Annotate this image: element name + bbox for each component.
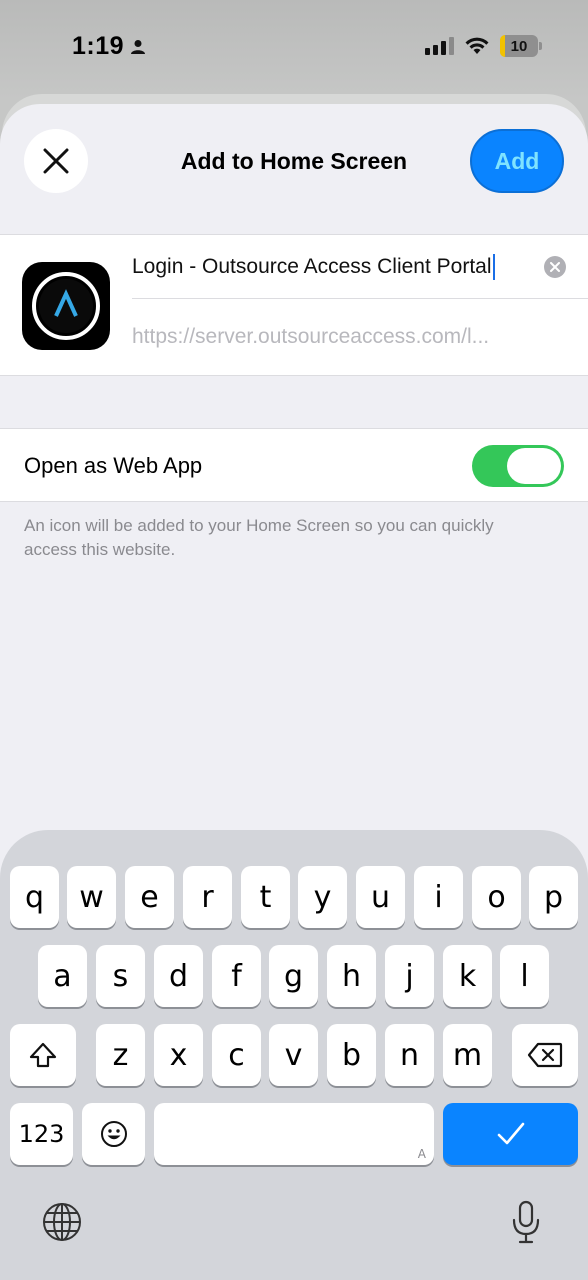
shift-key[interactable] — [10, 1024, 76, 1086]
status-time: 1:19 — [72, 32, 125, 60]
clear-icon — [550, 262, 560, 272]
emoji-key[interactable] — [82, 1103, 145, 1165]
key-n[interactable]: n — [385, 1024, 434, 1086]
status-bar: 1:19 10 — [0, 0, 588, 96]
key-b[interactable]: b — [327, 1024, 376, 1086]
person-icon — [131, 39, 146, 54]
microphone-icon — [512, 1200, 540, 1244]
key-r[interactable]: r — [183, 866, 232, 928]
battery-indicator: 10 — [500, 35, 542, 57]
key-l[interactable]: l — [500, 945, 549, 1007]
toggle-knob — [507, 448, 561, 484]
key-m[interactable]: m — [443, 1024, 492, 1086]
delete-key[interactable] — [512, 1024, 578, 1086]
key-o[interactable]: o — [472, 866, 521, 928]
key-g[interactable]: g — [269, 945, 318, 1007]
key-s[interactable]: s — [96, 945, 145, 1007]
app-icon — [22, 262, 110, 350]
globe-button[interactable] — [40, 1200, 84, 1244]
done-key[interactable] — [443, 1103, 578, 1165]
add-button[interactable]: Add — [470, 129, 564, 193]
key-f[interactable]: f — [212, 945, 261, 1007]
globe-icon — [43, 1203, 81, 1241]
key-z[interactable]: z — [96, 1024, 145, 1086]
key-w[interactable]: w — [67, 866, 116, 928]
key-x[interactable]: x — [154, 1024, 203, 1086]
key-e[interactable]: e — [125, 866, 174, 928]
key-d[interactable]: d — [154, 945, 203, 1007]
web-app-label: Open as Web App — [24, 453, 203, 478]
web-app-toggle-row: Open as Web App — [0, 428, 588, 502]
emoji-icon — [100, 1121, 127, 1147]
battery-level: 10 — [510, 37, 528, 55]
name-field-row: Login - Outsource Access Client Portal — [132, 235, 588, 299]
clear-text-button[interactable] — [544, 256, 566, 278]
key-k[interactable]: k — [443, 945, 492, 1007]
bookmark-name-input[interactable]: Login - Outsource Access Client Portal — [132, 255, 492, 279]
space-hint: A — [417, 1147, 426, 1161]
keyboard: q w e r t y u i o p a s d f g h j k l z … — [0, 830, 588, 1280]
key-c[interactable]: c — [212, 1024, 261, 1086]
checkmark-icon — [497, 1122, 524, 1145]
space-key[interactable]: A — [154, 1103, 434, 1165]
numbers-key[interactable]: 123 — [10, 1103, 73, 1165]
outsource-access-logo-icon — [32, 272, 100, 340]
key-h[interactable]: h — [327, 945, 376, 1007]
bookmark-info-card: Login - Outsource Access Client Portal h… — [0, 234, 588, 376]
text-caret — [492, 253, 495, 280]
key-p[interactable]: p — [529, 866, 578, 928]
key-q[interactable]: q — [10, 866, 59, 928]
dictation-button[interactable] — [504, 1198, 548, 1246]
key-y[interactable]: y — [298, 866, 347, 928]
web-app-toggle[interactable] — [472, 445, 564, 487]
cellular-signal-icon — [425, 37, 454, 55]
key-i[interactable]: i — [414, 866, 463, 928]
url-row: https://server.outsourceaccess.com/l... — [132, 299, 564, 375]
wifi-icon — [465, 37, 489, 54]
footnote-text: An icon will be added to your Home Scree… — [24, 516, 494, 559]
backspace-icon — [527, 1042, 563, 1068]
bookmark-url: https://server.outsourceaccess.com/l... — [132, 325, 490, 348]
key-u[interactable]: u — [356, 866, 405, 928]
status-indicators: 10 — [425, 35, 542, 57]
shift-icon — [29, 1042, 57, 1068]
key-a[interactable]: a — [38, 945, 87, 1007]
status-time-group: 1:19 — [72, 32, 146, 61]
key-v[interactable]: v — [269, 1024, 318, 1086]
key-t[interactable]: t — [241, 866, 290, 928]
key-j[interactable]: j — [385, 945, 434, 1007]
